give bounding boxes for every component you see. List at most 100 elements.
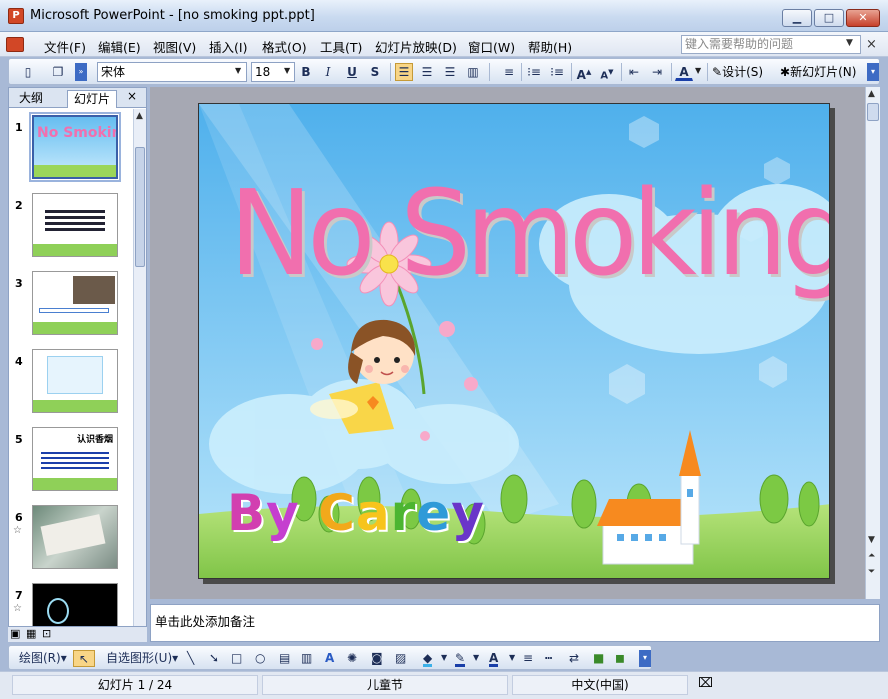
slide-thumbnails: 1 No Smoking 2 3 4 5 认识香烟 [9,109,133,626]
document-close-button[interactable]: × [866,37,877,52]
scroll-up-icon[interactable]: ▲ [868,89,875,99]
underline-button[interactable]: U [343,63,361,81]
distribute-icon[interactable]: ▥ [464,63,482,81]
slide-thumbnail-2[interactable] [32,193,118,257]
toolbar-options-icon[interactable]: ▾ [867,63,879,81]
rectangle-icon[interactable]: □ [231,650,242,667]
oval-icon[interactable]: ○ [255,650,265,667]
new-slide-button[interactable]: ✱新幻灯片(N) [780,63,856,80]
chevron-down-icon[interactable]: ▼ [846,38,853,48]
chevron-down-icon[interactable]: ▼ [509,650,515,667]
thumbnails-scrollbar[interactable]: ▲ [133,109,146,626]
slide-canvas[interactable]: No Smoking ! By Carey [198,103,830,579]
menu-window[interactable]: 窗口(W) [466,37,517,56]
menu-tools[interactable]: 工具(T) [318,37,364,56]
bulleted-list-icon[interactable]: ⁝≡ [548,63,566,81]
slide-thumbnail-7[interactable] [32,583,118,626]
textbox-icon[interactable]: ▤ [279,650,290,667]
clipart-icon[interactable]: ◙ [371,650,383,667]
slideshow-icon[interactable]: ⊡ [42,627,51,640]
chevron-down-icon[interactable]: ▼ [695,66,701,75]
select-pointer-icon[interactable]: ↖ [73,650,95,667]
dash-style-icon[interactable]: ┅ [545,650,552,667]
chevron-down-icon[interactable]: ▼ [473,650,479,667]
help-search-input[interactable]: 键入需要帮助的问题 [681,35,861,54]
autoshapes-menu-button[interactable]: 自选图形(U)▾ [106,650,178,667]
3d-style-icon[interactable]: ◼ [615,650,625,667]
toolbar-options-icon[interactable]: ▾ [639,650,651,667]
font-name-field[interactable]: 宋体 [97,62,247,82]
slide-thumbnail-1[interactable]: No Smoking [29,112,121,182]
scroll-up-icon[interactable]: ▲ [136,111,143,121]
editor-scrollbar[interactable]: ▲ ▼ ⏶ ⏷ [865,87,880,599]
close-icon[interactable]: × [127,89,137,103]
line-style-icon[interactable]: ≡ [523,650,533,667]
decrease-font-icon[interactable]: A▼ [598,63,616,81]
italic-button[interactable]: I [319,63,337,81]
align-right-icon[interactable]: ☰ [441,63,459,81]
fill-color-icon[interactable]: ◆ [423,650,433,667]
thumb-photo [40,514,106,556]
shadow-button[interactable]: S [366,63,384,81]
new-document-icon[interactable]: ▯ [19,63,37,81]
menu-help[interactable]: 帮助(H) [526,37,574,56]
increase-font-icon[interactable]: A▲ [575,63,593,82]
draw-menu-button[interactable]: 绘图(R)▾ [19,650,67,667]
next-slide-icon[interactable]: ⏷ [868,567,875,577]
scrollbar-thumb[interactable] [135,147,145,267]
powerpoint-icon[interactable]: P [8,8,24,24]
picture-icon[interactable]: ▨ [395,650,406,667]
previous-slide-icon[interactable]: ⏶ [868,551,875,561]
maximize-button[interactable]: □ [814,9,844,27]
slide-sorter-icon[interactable]: ▦ [26,627,36,640]
arrow-style-icon[interactable]: ⇄ [569,650,579,667]
menu-format[interactable]: 格式(O) [260,37,309,56]
slide-thumbnail-3[interactable] [32,271,118,335]
wordart-icon[interactable]: A [325,650,334,667]
numbered-list-icon[interactable]: ⁝≡ [525,63,543,81]
chevron-down-icon[interactable]: ▼ [284,66,290,75]
line-spacing-icon[interactable]: ≡ [500,63,518,81]
normal-view-icon[interactable]: ▣ [10,627,20,640]
vertical-textbox-icon[interactable]: ▥ [301,650,312,667]
byline-letter: y [451,484,485,542]
menu-insert[interactable]: 插入(I) [207,37,249,56]
slide-title[interactable]: No Smoking ! [229,164,829,302]
line-color-icon[interactable]: ✎ [455,650,466,667]
document-icon[interactable] [6,37,24,52]
increase-indent-icon[interactable]: ⇥ [648,63,666,81]
diagram-icon[interactable]: ✺ [347,650,357,667]
menu-slideshow[interactable]: 幻灯片放映(D) [373,37,459,56]
slide-thumbnail-4[interactable] [32,349,118,413]
align-center-icon[interactable]: ☰ [418,63,436,81]
tab-slides[interactable]: 幻灯片 [67,90,118,108]
spelling-check-icon[interactable]: ⌧ [698,676,713,691]
bold-button[interactable]: B [297,63,315,81]
font-color-icon[interactable]: A [675,63,693,81]
slide-byline[interactable]: By Carey [227,484,485,542]
menu-file[interactable]: 文件(F) [42,37,88,56]
scrollbar-thumb[interactable] [867,103,879,121]
copy-icon[interactable]: ❐ [49,63,67,81]
slide-number: 4 [15,355,23,368]
scroll-down-icon[interactable]: ▼ [868,535,875,545]
minimize-button[interactable]: ▁ [782,9,812,27]
tab-outline[interactable]: 大纲 [13,90,49,108]
line-icon[interactable]: ╲ [187,650,194,667]
slide-thumbnail-6[interactable] [32,505,118,569]
toolbar-separator [671,63,672,81]
slide-thumbnail-5[interactable]: 认识香烟 [32,427,118,491]
align-left-icon[interactable]: ☰ [395,63,413,81]
chevron-down-icon[interactable]: ▼ [235,66,241,75]
design-button[interactable]: ✎设计(S) [712,63,763,80]
menu-view[interactable]: 视图(V) [151,37,198,56]
shadow-style-icon[interactable]: ■ [593,650,604,667]
close-button[interactable]: ✕ [846,9,880,27]
notes-field[interactable]: 单击此处添加备注 [150,604,880,642]
toolbar-options-icon[interactable]: » [75,63,87,81]
decrease-indent-icon[interactable]: ⇤ [625,63,643,81]
arrow-icon[interactable]: ➘ [209,650,219,667]
menu-edit[interactable]: 编辑(E) [96,37,143,56]
font-color-icon[interactable]: A [489,650,499,667]
chevron-down-icon[interactable]: ▼ [441,650,447,667]
